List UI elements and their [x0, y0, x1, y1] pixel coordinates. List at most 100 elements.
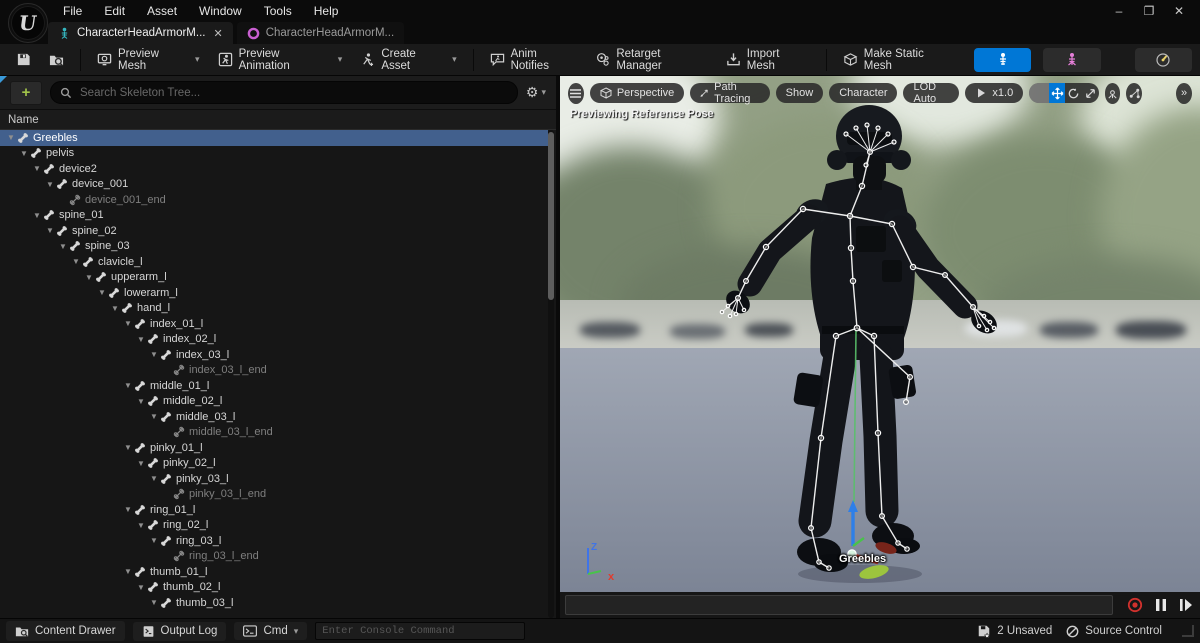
- tree-row-hand_l[interactable]: ▼hand_l: [0, 301, 548, 317]
- timeline-scrubber[interactable]: [565, 595, 1113, 615]
- tree-scrollbar[interactable]: [548, 130, 554, 618]
- tree-row-device_001_end[interactable]: device_001_end: [0, 192, 548, 208]
- menu-item-file[interactable]: File: [52, 1, 93, 21]
- show-button[interactable]: Show: [776, 83, 824, 103]
- tree-row-thumb_01_l[interactable]: ▼thumb_01_l: [0, 564, 548, 580]
- expander-icon[interactable]: ▼: [123, 567, 133, 576]
- save-button[interactable]: [8, 48, 39, 71]
- tweak-mode-button[interactable]: [1135, 48, 1192, 72]
- tree-row-index_01_l[interactable]: ▼index_01_l: [0, 316, 548, 332]
- close-button[interactable]: ✕: [1166, 2, 1192, 19]
- restore-button[interactable]: ❐: [1136, 2, 1162, 19]
- tree-row-thumb_03_l[interactable]: ▼thumb_03_l: [0, 595, 548, 611]
- tree-row-pinky_01_l[interactable]: ▼pinky_01_l: [0, 440, 548, 456]
- tree-row-spine_03[interactable]: ▼spine_03: [0, 239, 548, 255]
- expander-icon[interactable]: ▼: [136, 397, 146, 406]
- tree-row-pinky_03_l_end[interactable]: pinky_03_l_end: [0, 487, 548, 503]
- tree-row-index_02_l[interactable]: ▼index_02_l: [0, 332, 548, 348]
- menu-item-asset[interactable]: Asset: [136, 1, 188, 21]
- add-bone-button[interactable]: +: [10, 81, 42, 105]
- tree-row-pelvis[interactable]: ▼pelvis: [0, 146, 548, 162]
- browse-asset-button[interactable]: [41, 48, 72, 71]
- expander-icon[interactable]: ▼: [123, 443, 133, 452]
- expander-icon[interactable]: ▼: [97, 288, 107, 297]
- expander-icon[interactable]: ▼: [45, 226, 55, 235]
- unreal-logo-icon[interactable]: U: [8, 3, 48, 43]
- expander-icon[interactable]: ▼: [6, 133, 16, 142]
- tab-1[interactable]: CharacterHeadArmorM...✕: [48, 22, 233, 44]
- tree-row-ring_01_l[interactable]: ▼ring_01_l: [0, 502, 548, 518]
- expander-icon[interactable]: ▼: [149, 350, 159, 359]
- perspective-button[interactable]: Perspective: [590, 83, 684, 103]
- expander-icon[interactable]: ▼: [123, 505, 133, 514]
- expander-icon[interactable]: ▼: [84, 273, 94, 282]
- make-static-mesh-button[interactable]: Make Static Mesh: [835, 44, 962, 76]
- step-forward-button[interactable]: [1179, 598, 1193, 612]
- expander-icon[interactable]: ▼: [136, 583, 146, 592]
- record-button[interactable]: [1127, 597, 1143, 613]
- tree-row-middle_03_l[interactable]: ▼middle_03_l: [0, 409, 548, 425]
- tree-row-thumb_02_l[interactable]: ▼thumb_02_l: [0, 580, 548, 596]
- import-mesh-button[interactable]: Import Mesh: [718, 44, 818, 76]
- expander-icon[interactable]: ▼: [110, 304, 120, 313]
- retarget-manager-button[interactable]: Retarget Manager: [587, 44, 715, 76]
- path-tracing-button[interactable]: Path Tracing: [690, 83, 769, 103]
- snapping-button[interactable]: [1126, 83, 1142, 104]
- tree-row-lowerarm_l[interactable]: ▼lowerarm_l: [0, 285, 548, 301]
- coordinate-space-button[interactable]: [1105, 83, 1121, 104]
- tree-settings-button[interactable]: ⚙▾: [526, 84, 546, 101]
- minimize-button[interactable]: –: [1106, 2, 1132, 19]
- tree-row-ring_03_l[interactable]: ▼ring_03_l: [0, 533, 548, 549]
- tree-scrollbar-thumb[interactable]: [548, 132, 554, 300]
- anim-notifies-button[interactable]: Anim Notifies: [482, 44, 586, 76]
- output-log-button[interactable]: Output Log: [133, 622, 227, 641]
- expander-icon[interactable]: ▼: [149, 412, 159, 421]
- console-command-input[interactable]: [315, 622, 525, 640]
- tree-column-header[interactable]: Name: [0, 110, 556, 130]
- expander-icon[interactable]: ▼: [149, 536, 159, 545]
- tree-row-pinky_03_l[interactable]: ▼pinky_03_l: [0, 471, 548, 487]
- menu-item-window[interactable]: Window: [188, 1, 253, 21]
- expander-icon[interactable]: ▼: [58, 242, 68, 251]
- tree-row-index_03_l_end[interactable]: index_03_l_end: [0, 363, 548, 379]
- tab-close-icon[interactable]: ✕: [213, 27, 222, 40]
- tree-row-spine_02[interactable]: ▼spine_02: [0, 223, 548, 239]
- search-input[interactable]: [78, 86, 508, 100]
- preview-animation-button[interactable]: Preview Animation▾: [210, 44, 351, 76]
- tree-row-device_001[interactable]: ▼device_001: [0, 177, 548, 193]
- tree-row-ring_02_l[interactable]: ▼ring_02_l: [0, 518, 548, 534]
- tab-2[interactable]: CharacterHeadArmorM...: [237, 22, 404, 44]
- expander-icon[interactable]: ▼: [136, 521, 146, 530]
- expander-icon[interactable]: ▼: [149, 598, 159, 607]
- tree-row-index_03_l[interactable]: ▼index_03_l: [0, 347, 548, 363]
- expander-icon[interactable]: ▼: [32, 211, 42, 220]
- expander-icon[interactable]: ▼: [149, 474, 159, 483]
- select-tool-button[interactable]: [1029, 83, 1049, 103]
- physics-mode-button[interactable]: [1043, 48, 1100, 72]
- expander-icon[interactable]: ▼: [136, 459, 146, 468]
- expander-icon[interactable]: ▼: [123, 319, 133, 328]
- tree-row-middle_01_l[interactable]: ▼middle_01_l: [0, 378, 548, 394]
- menu-item-help[interactable]: Help: [303, 1, 350, 21]
- tree-row-upperarm_l[interactable]: ▼upperarm_l: [0, 270, 548, 286]
- tree-row-device2[interactable]: ▼device2: [0, 161, 548, 177]
- expander-icon[interactable]: ▼: [123, 381, 133, 390]
- rotate-tool-button[interactable]: [1065, 83, 1082, 103]
- tree-row-spine_01[interactable]: ▼spine_01: [0, 208, 548, 224]
- preview-viewport[interactable]: Perspective Path Tracing Show Character …: [560, 76, 1200, 618]
- expand-toolbar-button[interactable]: »: [1176, 83, 1192, 104]
- expander-icon[interactable]: ▼: [71, 257, 81, 266]
- resize-grip[interactable]: [1182, 625, 1194, 637]
- skeleton-mode-button[interactable]: [974, 48, 1031, 72]
- tree-row-middle_03_l_end[interactable]: middle_03_l_end: [0, 425, 548, 441]
- search-box[interactable]: [50, 81, 518, 104]
- lod-auto-button[interactable]: LOD Auto: [903, 83, 959, 103]
- scale-tool-button[interactable]: [1082, 83, 1099, 103]
- cmd-dropdown-button[interactable]: Cmd▾: [234, 622, 307, 640]
- menu-item-tools[interactable]: Tools: [253, 1, 303, 21]
- tree-row-Greebles[interactable]: ▼Greebles: [0, 130, 548, 146]
- tree-row-pinky_02_l[interactable]: ▼pinky_02_l: [0, 456, 548, 472]
- tree-row-clavicle_l[interactable]: ▼clavicle_l: [0, 254, 548, 270]
- pause-button[interactable]: [1155, 598, 1167, 612]
- create-asset-button[interactable]: Create Asset▾: [352, 44, 464, 76]
